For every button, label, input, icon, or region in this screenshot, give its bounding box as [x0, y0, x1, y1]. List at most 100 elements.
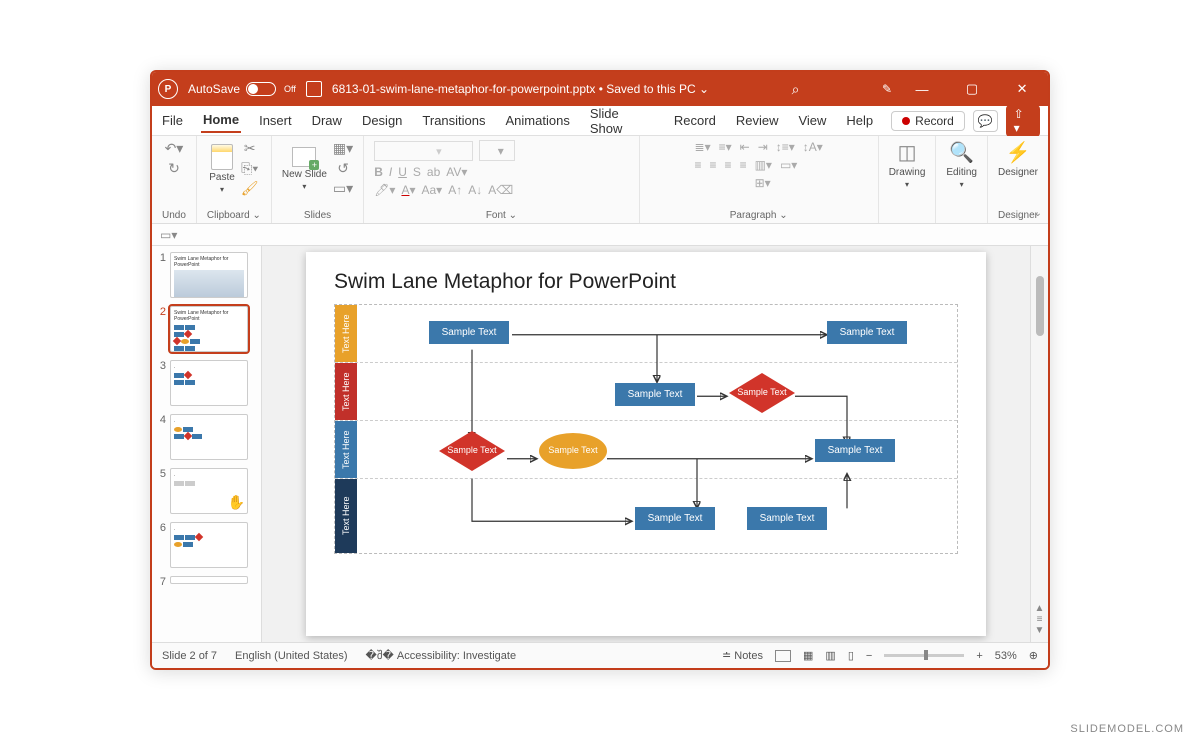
autosave-toggle[interactable]: AutoSave Off — [188, 82, 296, 96]
columns-button[interactable]: ▥▾ — [755, 158, 772, 172]
copy-icon[interactable]: ⎘▾ — [241, 160, 258, 177]
flow-decision[interactable]: Sample Text — [729, 373, 795, 413]
lane-2-label[interactable]: Text Here — [335, 363, 357, 420]
indent-dec-button[interactable]: ⇤ — [740, 140, 750, 154]
flow-box[interactable]: Sample Text — [635, 507, 715, 530]
current-slide[interactable]: Swim Lane Metaphor for PowerPoint — [306, 252, 986, 636]
format-painter-icon[interactable]: 🖌 — [241, 180, 259, 197]
align-right-button[interactable]: ≡ — [725, 158, 732, 172]
designer-button[interactable]: ⚡Designer — [998, 140, 1038, 178]
flow-box[interactable]: Sample Text — [429, 321, 509, 344]
close-button[interactable]: ✕ — [1002, 81, 1042, 97]
font-name-combo[interactable]: ▾ — [374, 141, 473, 161]
redo-icon[interactable]: ↻ — [168, 160, 180, 177]
flow-box[interactable]: Sample Text — [815, 439, 895, 462]
tab-draw[interactable]: Draw — [310, 109, 344, 132]
tab-review[interactable]: Review — [734, 109, 781, 132]
line-spacing-button[interactable]: ↕≡▾ — [776, 140, 795, 154]
nav-arrows[interactable]: ▲≡▼ — [1031, 603, 1048, 636]
shadow-button[interactable]: ab — [427, 165, 440, 179]
pen-icon[interactable]: ✎ — [882, 82, 892, 96]
lane-3-label[interactable]: Text Here — [335, 421, 357, 478]
tab-transitions[interactable]: Transitions — [420, 109, 487, 132]
align-center-button[interactable]: ≡ — [710, 158, 717, 172]
tab-design[interactable]: Design — [360, 109, 404, 132]
vertical-scrollbar[interactable]: ▲≡▼ — [1030, 246, 1048, 642]
clear-format-button[interactable]: A⌫ — [488, 183, 513, 197]
collapse-ribbon-icon[interactable]: ⌄ — [1034, 208, 1042, 219]
sorter-view-icon[interactable]: ▦ — [803, 649, 813, 662]
slide-thumbnail-3[interactable]: . — [170, 360, 248, 406]
search-icon[interactable]: ⌕ — [792, 81, 800, 98]
reading-view-icon[interactable]: ▥ — [825, 649, 835, 662]
justify-button[interactable]: ≡ — [740, 158, 747, 172]
language-indicator[interactable]: English (United States) — [235, 650, 348, 662]
record-button[interactable]: Record — [891, 111, 965, 131]
numbering-button[interactable]: ≡▾ — [719, 140, 732, 154]
minimize-button[interactable]: — — [902, 82, 942, 97]
slideshow-view-icon[interactable]: ▯ — [848, 649, 854, 662]
tab-insert[interactable]: Insert — [257, 109, 294, 132]
font-size-combo[interactable]: ▾ — [479, 140, 515, 161]
tab-help[interactable]: Help — [844, 109, 875, 132]
comments-button[interactable]: 💬 — [973, 110, 998, 132]
tab-home[interactable]: Home — [201, 108, 241, 133]
bold-button[interactable]: B — [374, 165, 383, 179]
slide-thumbnail-5[interactable]: .✋ — [170, 468, 248, 514]
tab-view[interactable]: View — [796, 109, 828, 132]
outline-toggle-icon[interactable]: ▭▾ — [160, 228, 177, 242]
flow-terminator[interactable]: Sample Text — [539, 433, 607, 469]
zoom-in-button[interactable]: + — [976, 650, 982, 662]
swimlane-diagram[interactable]: Text Here Sample Text Sample Text Text H… — [334, 304, 958, 554]
flow-box[interactable]: Sample Text — [827, 321, 907, 344]
strike-button[interactable]: S — [413, 165, 421, 179]
lane-4-label[interactable]: Text Here — [335, 479, 357, 553]
share-button[interactable]: ⇧ ▾ — [1006, 105, 1040, 137]
flow-box[interactable]: Sample Text — [747, 507, 827, 530]
cut-icon[interactable]: ✂ — [244, 140, 256, 157]
spacing-button[interactable]: AV▾ — [446, 165, 467, 179]
slide-thumbnails-panel[interactable]: 1Swim Lane Metaphor for PowerPoint 2Swim… — [152, 246, 262, 642]
section-icon[interactable]: ▭▾ — [333, 180, 353, 197]
normal-view-icon[interactable] — [775, 650, 791, 662]
shrink-font-button[interactable]: A↓ — [468, 183, 482, 197]
slide-thumbnail-1[interactable]: Swim Lane Metaphor for PowerPoint — [170, 252, 248, 298]
scrollbar-thumb[interactable] — [1036, 276, 1044, 336]
maximize-button[interactable]: ▢ — [952, 81, 992, 97]
italic-button[interactable]: I — [389, 165, 392, 179]
reset-icon[interactable]: ↺ — [337, 160, 349, 177]
tab-animations[interactable]: Animations — [504, 109, 572, 132]
paste-button[interactable]: Paste▾ — [209, 144, 235, 194]
underline-button[interactable]: U — [398, 165, 407, 179]
lane-1-label[interactable]: Text Here — [335, 305, 357, 362]
font-color-button[interactable]: A▾ — [401, 183, 415, 197]
text-direction-button[interactable]: ↕A▾ — [803, 140, 823, 154]
flow-decision[interactable]: Sample Text — [439, 431, 505, 471]
slide-thumbnail-4[interactable]: . — [170, 414, 248, 460]
drawing-button[interactable]: ◫Drawing▾ — [889, 140, 926, 189]
zoom-slider[interactable] — [884, 654, 964, 657]
accessibility-status[interactable]: �შ� Accessibility: Investigate — [366, 649, 517, 662]
flow-box[interactable]: Sample Text — [615, 383, 695, 406]
smartart-button[interactable]: ⊞▾ — [755, 176, 771, 193]
highlight-button[interactable]: 🖊▾ — [374, 183, 395, 197]
tab-slideshow[interactable]: Slide Show — [588, 102, 656, 140]
slide-thumbnail-7[interactable] — [170, 576, 248, 584]
zoom-out-button[interactable]: − — [866, 650, 872, 662]
slide-title[interactable]: Swim Lane Metaphor for PowerPoint — [334, 270, 958, 294]
slide-thumbnail-2[interactable]: Swim Lane Metaphor for PowerPoint — [170, 306, 248, 352]
new-slide-button[interactable]: New Slide▾ — [282, 147, 327, 191]
align-left-button[interactable]: ≡ — [695, 158, 702, 172]
zoom-level[interactable]: 53% — [995, 650, 1017, 662]
slide-canvas-area[interactable]: Swim Lane Metaphor for PowerPoint — [262, 246, 1030, 642]
editing-button[interactable]: 🔍Editing▾ — [946, 140, 977, 189]
document-filename[interactable]: 6813-01-swim-lane-metaphor-for-powerpoin… — [332, 82, 709, 96]
slide-counter[interactable]: Slide 2 of 7 — [162, 650, 217, 662]
tab-file[interactable]: File — [160, 109, 185, 132]
layout-icon[interactable]: ▦▾ — [333, 140, 353, 157]
notes-button[interactable]: ≐ Notes — [722, 649, 763, 662]
slide-thumbnail-6[interactable]: . — [170, 522, 248, 568]
align-text-button[interactable]: ▭▾ — [780, 158, 797, 172]
save-icon[interactable] — [306, 81, 322, 97]
undo-icon[interactable]: ↶▾ — [165, 140, 184, 157]
